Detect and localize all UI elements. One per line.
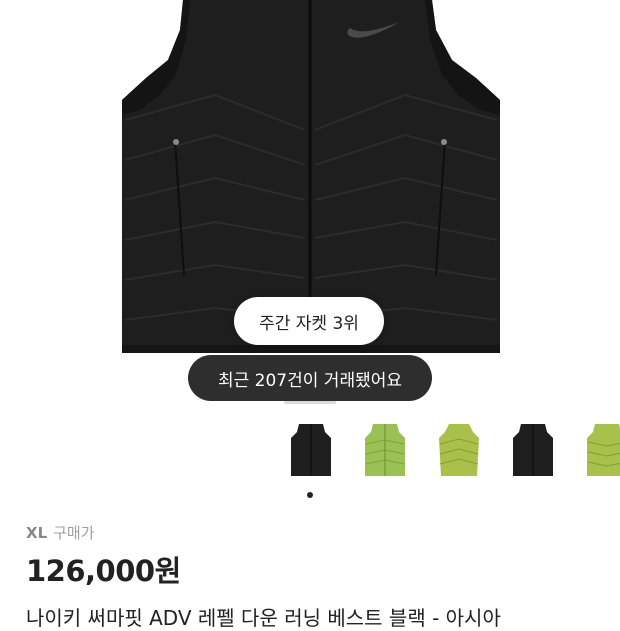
thumbnail-2[interactable] — [361, 420, 409, 482]
recent-trades-badge: 최근 207건이 거래됐어요 — [188, 355, 432, 401]
weekly-rank-badge: 주간 자켓 3위 — [234, 297, 384, 345]
thumbnail-3[interactable] — [435, 420, 483, 482]
vest-green-angle-thumb — [439, 424, 479, 476]
thumbnail-4[interactable] — [509, 420, 557, 482]
product-title: 나이키 써마핏 ADV 레펠 다운 러닝 베스트 블랙 - 아시아 — [26, 606, 501, 630]
size-text: XL — [26, 524, 48, 542]
buy-label: 구매가 — [53, 524, 95, 542]
vest-black-angle-thumb — [513, 424, 553, 476]
size-buy-label: XL 구매가 — [26, 522, 95, 543]
product-image[interactable]: 주간 자켓 3위 최근 207건이 거래됐어요 — [0, 0, 620, 405]
vest-green-back-thumb — [587, 424, 620, 476]
thumbnail-1[interactable] — [287, 420, 335, 482]
price: 126,000원 — [26, 554, 181, 588]
selected-thumbnail-dot — [307, 492, 313, 498]
vest-black-front-thumb — [291, 424, 331, 476]
vest-green-front-thumb — [365, 424, 405, 476]
thumbnail-5[interactable] — [583, 420, 620, 482]
thumbnail-strip — [287, 420, 620, 482]
